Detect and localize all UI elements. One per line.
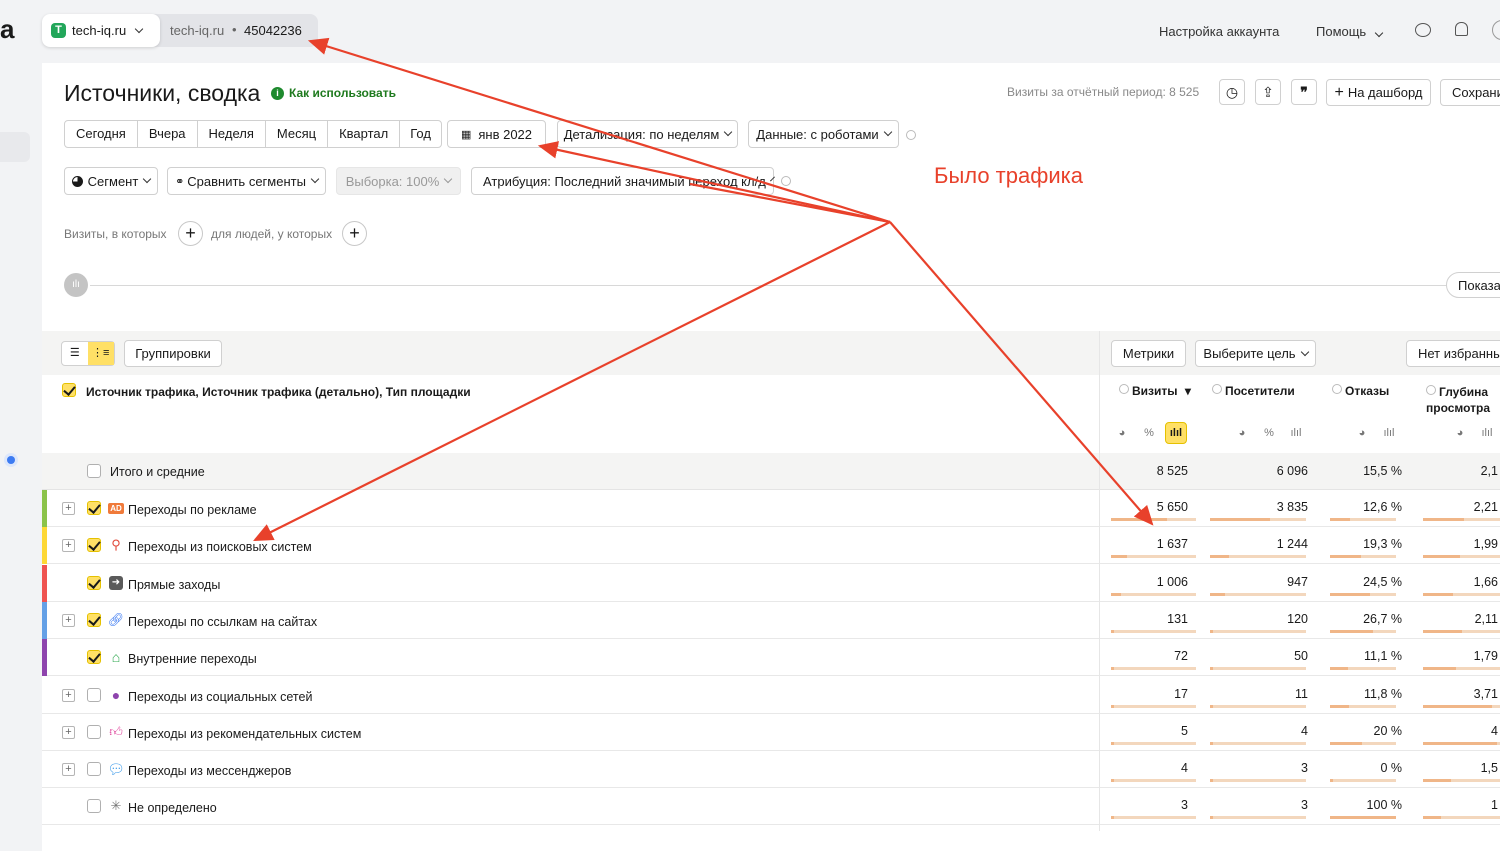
arrow-to-date — [537, 141, 891, 224]
arrow-to-visits-value — [889, 221, 1154, 526]
arrow-to-search-row — [253, 221, 891, 541]
annotation-arrows — [253, 37, 1154, 541]
arrow-to-counter — [307, 37, 891, 224]
